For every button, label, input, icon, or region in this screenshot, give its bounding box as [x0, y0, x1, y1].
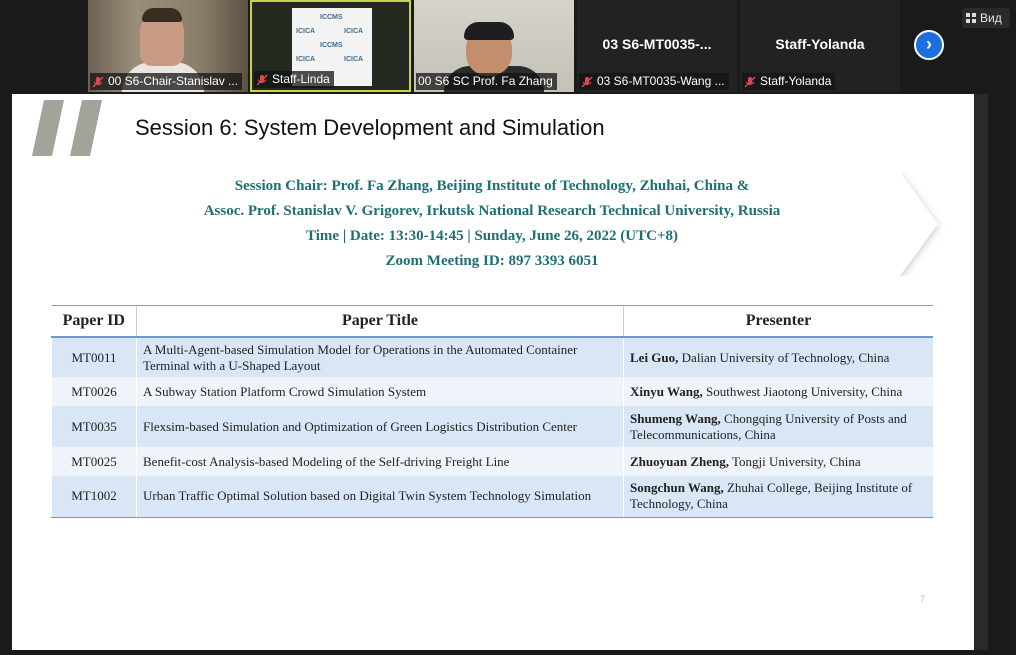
- participant-name-label: Staff-Yolanda: [742, 73, 836, 90]
- table-row: MT0035 Flexsim-based Simulation and Opti…: [51, 406, 933, 447]
- participant-name: 00 S6-Chair-Stanislav ...: [108, 74, 239, 88]
- mic-muted-icon: [581, 76, 593, 87]
- table-row: MT1002 Urban Traffic Optimal Solution ba…: [51, 476, 933, 518]
- table-row: MT0011 A Multi-Agent-based Simulation Mo…: [51, 337, 933, 377]
- column-header-presenter: Presenter: [623, 305, 933, 338]
- presenter-cell: Shumeng Wang, Chongqing University of Po…: [623, 406, 933, 447]
- presenter-cell: Xinyu Wang, Southwest Jiaotong Universit…: [623, 377, 933, 406]
- presenter-name: Lei Guo,: [630, 349, 679, 365]
- paper-title-cell: A Subway Station Platform Crowd Simulati…: [136, 377, 624, 406]
- paper-id-cell: MT0026: [51, 377, 137, 406]
- participant-name: 00 S6 SC Prof. Fa Zhang: [418, 74, 553, 88]
- participant-display-name: Staff-Yolanda: [775, 36, 865, 52]
- video-tile-active-speaker[interactable]: ICCMS ICICA ICICA ICCMS ICICA ICICA Staf…: [250, 0, 411, 92]
- video-tile[interactable]: 00 S6 SC Prof. Fa Zhang: [414, 0, 574, 92]
- mic-muted-icon: [744, 76, 756, 87]
- table-row: MT0025 Benefit-cost Analysis-based Model…: [51, 447, 933, 476]
- participant-name-label: 00 S6-Chair-Stanislav ...: [90, 73, 243, 90]
- presenter-name: Zhuoyuan Zheng,: [630, 453, 729, 469]
- participant-name-label: 00 S6 SC Prof. Fa Zhang: [416, 73, 557, 90]
- mic-muted-icon: [256, 74, 268, 85]
- video-tile[interactable]: 00 S6-Chair-Stanislav ...: [88, 0, 248, 92]
- slide-page-number: 7: [920, 594, 926, 604]
- paper-title-cell: Benefit-cost Analysis-based Modeling of …: [136, 447, 624, 476]
- participant-strip: 00 S6-Chair-Stanislav ... ICCMS ICICA IC…: [0, 0, 1016, 92]
- column-header-paper-id: Paper ID: [51, 305, 137, 338]
- paper-title-cell: Flexsim-based Simulation and Optimizatio…: [136, 406, 624, 447]
- video-tile[interactable]: Staff-Yolanda Staff-Yolanda: [740, 0, 900, 92]
- presenter-name: Shumeng Wang,: [630, 410, 721, 426]
- grid-view-icon: [966, 13, 976, 23]
- paper-id-cell: MT0025: [51, 447, 137, 476]
- column-header-paper-title: Paper Title: [136, 305, 624, 338]
- participant-name-label: 03 S6-MT0035-Wang ...: [579, 73, 729, 90]
- slide-scroll-gutter: [974, 94, 988, 650]
- session-cochair-line: Assoc. Prof. Stanislav V. Grigorev, Irku…: [203, 203, 781, 219]
- slide-title: Session 6: System Development and Simula…: [135, 115, 605, 140]
- participant-display-name: 03 S6-MT0035-...: [602, 36, 712, 52]
- presenter-affiliation: Tongji University, China: [729, 453, 861, 469]
- presenter-affiliation: Southwest Jiaotong University, China: [702, 383, 903, 399]
- papers-table: Paper ID Paper Title Presenter MT0011 A …: [51, 305, 933, 518]
- presenter-cell: Zhuoyuan Zheng, Tongji University, China: [623, 447, 933, 476]
- presenter-name: Xinyu Wang,: [630, 383, 703, 399]
- session-time-line: Time | Date: 13:30-14:45 | Sunday, June …: [306, 228, 678, 244]
- paper-title-cell: A Multi-Agent-based Simulation Model for…: [136, 337, 624, 377]
- view-button-label: Вид: [980, 11, 1002, 25]
- video-tile[interactable]: 03 S6-MT0035-... 03 S6-MT0035-Wang ...: [577, 0, 737, 92]
- mic-muted-icon: [92, 76, 104, 87]
- shared-screen-slide: Session 6: System Development and Simula…: [12, 94, 974, 650]
- table-header-row: Paper ID Paper Title Presenter: [51, 305, 933, 338]
- paper-title-cell: Urban Traffic Optimal Solution based on …: [136, 476, 624, 518]
- participant-name-label: Staff-Linda: [254, 71, 334, 88]
- quote-mark-icon: [32, 100, 102, 156]
- paper-id-cell: MT0035: [51, 406, 137, 447]
- chevron-right-icon: ›: [926, 34, 932, 54]
- presenter-affiliation: Dalian University of Technology, China: [678, 349, 890, 365]
- table-row: MT0026 A Subway Station Platform Crowd S…: [51, 377, 933, 406]
- participant-name: Staff-Linda: [272, 72, 330, 86]
- participant-name: 03 S6-MT0035-Wang ...: [597, 74, 725, 88]
- session-chair-line: Session Chair: Prof. Fa Zhang, Beijing I…: [234, 178, 750, 194]
- view-button[interactable]: Вид: [962, 8, 1010, 28]
- zoom-meeting-id-line: Zoom Meeting ID: 897 3393 6051: [385, 253, 599, 269]
- paper-id-cell: MT0011: [51, 337, 137, 377]
- presenter-cell: Lei Guo, Dalian University of Technology…: [623, 337, 933, 377]
- next-page-button[interactable]: ›: [914, 30, 944, 60]
- presenter-name: Songchun Wang,: [630, 480, 724, 496]
- participant-name: Staff-Yolanda: [760, 74, 832, 88]
- session-info: Session Chair: Prof. Fa Zhang, Beijing I…: [52, 174, 932, 274]
- paper-id-cell: MT1002: [51, 476, 137, 518]
- presenter-cell: Songchun Wang, Zhuhai College, Beijing I…: [623, 476, 933, 518]
